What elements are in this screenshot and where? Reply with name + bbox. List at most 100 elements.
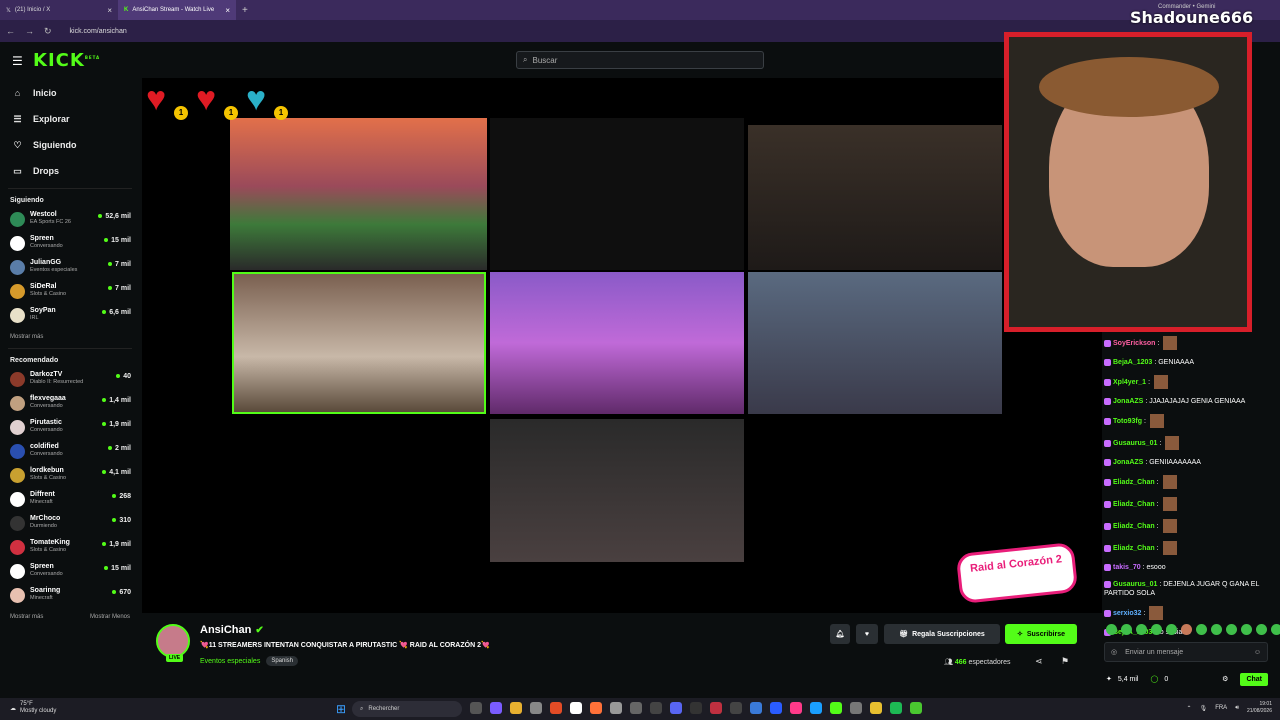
browser-tab-kick[interactable]: K AnsiChan Stream - Watch Live × <box>118 0 236 20</box>
channel-item[interactable]: Soarinng Minecraft 670 <box>0 584 140 608</box>
emote-icon[interactable] <box>1196 624 1207 635</box>
forward-icon[interactable]: → <box>25 26 34 36</box>
channel-item[interactable]: MrChoco Durmiendo 310 <box>0 512 140 536</box>
volume-icon[interactable]: 🔊︎ <box>1235 705 1239 712</box>
app-icon[interactable] <box>530 702 542 714</box>
back-icon[interactable]: ← <box>6 26 15 36</box>
app-icon[interactable] <box>850 702 862 714</box>
chat-username[interactable]: Eliadz_Chan <box>1113 479 1155 486</box>
browser-tab-x[interactable]: 𝕏 (21) Inicio / X × <box>0 0 118 20</box>
clock[interactable]: 19:01 21/08/2026 <box>1247 701 1272 715</box>
emote-icon[interactable] <box>1106 624 1117 635</box>
emote-icon[interactable] <box>1271 624 1280 635</box>
emote-icon[interactable] <box>1136 624 1147 635</box>
nav-explorar[interactable]: ☰ Explorar <box>0 106 140 132</box>
gift-subs-button[interactable]: 🎁︎ Regala Suscripciones <box>884 624 1000 644</box>
tiktok-icon[interactable] <box>790 702 802 714</box>
reload-icon[interactable]: ↻ <box>44 26 52 37</box>
app-icon[interactable] <box>830 702 842 714</box>
chat-username[interactable]: JonaAZS <box>1113 398 1143 405</box>
chat-username[interactable]: Toto93fg <box>1113 418 1142 425</box>
emote-icon[interactable] <box>1241 624 1252 635</box>
app-icon[interactable] <box>610 702 622 714</box>
notification-bell-button[interactable]: 🔔︎ <box>830 624 850 644</box>
windows-start-icon[interactable]: ⊞ <box>336 702 346 716</box>
emote-icon[interactable] <box>1211 624 1222 635</box>
taskbar-search[interactable]: ⌕ Rechercher <box>352 701 462 717</box>
streamer-name[interactable]: AnsiChan <box>200 624 251 636</box>
spotify-icon[interactable] <box>890 702 902 714</box>
emote-icon[interactable] <box>1181 624 1192 635</box>
chat-username[interactable]: JonaAZS <box>1113 459 1143 466</box>
channel-item[interactable]: SiDeRal Slots & Casino 7 mil <box>0 280 140 304</box>
app-icon[interactable] <box>870 702 882 714</box>
chat-username[interactable]: Eliadz_Chan <box>1113 545 1155 552</box>
emote-icon[interactable] <box>1166 624 1177 635</box>
subscribe-button[interactable]: ✧ Suscribirse <box>1005 624 1077 644</box>
channel-item[interactable]: flexvegaaa Conversando 1,4 mil <box>0 392 140 416</box>
app-icon[interactable] <box>750 702 762 714</box>
emote-icon[interactable] <box>1121 624 1132 635</box>
chat-username[interactable]: Eliadz_Chan <box>1113 501 1155 508</box>
language-tag[interactable]: Spanish <box>266 656 299 666</box>
nav-siguiendo[interactable]: ♡ Siguiendo <box>0 132 140 158</box>
task-view-icon[interactable] <box>470 702 482 714</box>
channel-item[interactable]: TomateKing Slots & Casino 1,9 mil <box>0 536 140 560</box>
app-icon[interactable] <box>650 702 662 714</box>
chat-username[interactable]: Gusaurus_01 <box>1113 581 1157 588</box>
channel-item[interactable]: lordkebun Slots & Casino 4,1 mil <box>0 464 140 488</box>
menu-icon[interactable]: ☰ <box>12 54 23 68</box>
report-icon[interactable]: ⚑ <box>1061 656 1069 667</box>
input-language[interactable]: FRA <box>1215 705 1227 711</box>
app-icon[interactable] <box>630 702 642 714</box>
chat-send-button[interactable]: Chat <box>1240 672 1268 686</box>
channel-item[interactable]: JulianGG Eventos especiales 7 mil <box>0 256 140 280</box>
close-tab-icon[interactable]: × <box>107 6 112 15</box>
share-icon[interactable]: ⋖ <box>1035 656 1043 667</box>
channel-item[interactable]: DarkozTV Diablo II: Resurrected 40 <box>0 368 140 392</box>
app-icon[interactable] <box>730 702 742 714</box>
app-icon[interactable] <box>770 702 782 714</box>
recommended-show-less[interactable]: Mostrar Menos <box>90 614 130 620</box>
firefox-icon[interactable] <box>590 702 602 714</box>
search-input[interactable]: ⌕ Buscar <box>516 51 764 69</box>
chat-username[interactable]: Gusaurus_01 <box>1113 440 1157 447</box>
chat-username[interactable]: Eliadz_Chan <box>1113 523 1155 530</box>
new-tab-button[interactable]: + <box>236 5 254 16</box>
chat-username[interactable]: BejaA_1203 <box>1113 359 1152 366</box>
channel-item[interactable]: Westcol EA Sports FC 26 52,6 mil <box>0 208 140 232</box>
emote-icon[interactable] <box>1226 624 1237 635</box>
chat-username[interactable]: takis_70 <box>1113 564 1141 571</box>
following-show-more[interactable]: Mostrar más <box>10 334 43 340</box>
emote-icon[interactable] <box>1256 624 1267 635</box>
follow-button[interactable]: ♥ <box>856 624 878 644</box>
channel-item[interactable]: Diffrent Minecraft 268 <box>0 488 140 512</box>
channel-item[interactable]: Spreen Conversando 15 mil <box>0 560 140 584</box>
channel-item[interactable]: coldified Conversando 2 mil <box>0 440 140 464</box>
chat-settings-gear-icon[interactable]: ⚙ <box>1222 675 1228 683</box>
chrome-icon[interactable] <box>550 702 562 714</box>
close-tab-icon[interactable]: × <box>225 6 230 15</box>
channel-item[interactable]: SoyPan IRL 6,6 mil <box>0 304 140 328</box>
app-icon[interactable] <box>910 702 922 714</box>
file-explorer-icon[interactable] <box>510 702 522 714</box>
recommended-show-more[interactable]: Mostrar más <box>10 614 43 620</box>
stream-category[interactable]: Eventos especiales <box>200 658 260 665</box>
weather-widget[interactable]: ☁ 75°F Mostly cloudy <box>10 701 56 715</box>
emote-icon[interactable] <box>1151 624 1162 635</box>
app-icon[interactable] <box>690 702 702 714</box>
streamer-avatar[interactable] <box>156 624 190 658</box>
nav-inicio[interactable]: ⌂ Inicio <box>0 80 140 106</box>
app-icon[interactable] <box>570 702 582 714</box>
emoji-icon[interactable]: ☺ <box>1254 649 1261 656</box>
app-icon[interactable] <box>490 702 502 714</box>
kick-logo[interactable]: KICKBETA <box>33 50 100 71</box>
tray-chevron-icon[interactable]: ⌃ <box>1187 705 1192 712</box>
microphone-icon[interactable]: 🎙︎ <box>1200 705 1208 712</box>
chat-username[interactable]: Xpl4yer_1 <box>1113 379 1146 386</box>
chat-input[interactable]: ◎ Enviar un mensaje ☺ <box>1104 642 1268 662</box>
channel-item[interactable]: Spreen Conversando 15 mil <box>0 232 140 256</box>
url-field[interactable]: kick.com/ansichan <box>70 28 127 35</box>
nav-drops[interactable]: ▭ Drops <box>0 158 140 184</box>
app-icon[interactable] <box>670 702 682 714</box>
